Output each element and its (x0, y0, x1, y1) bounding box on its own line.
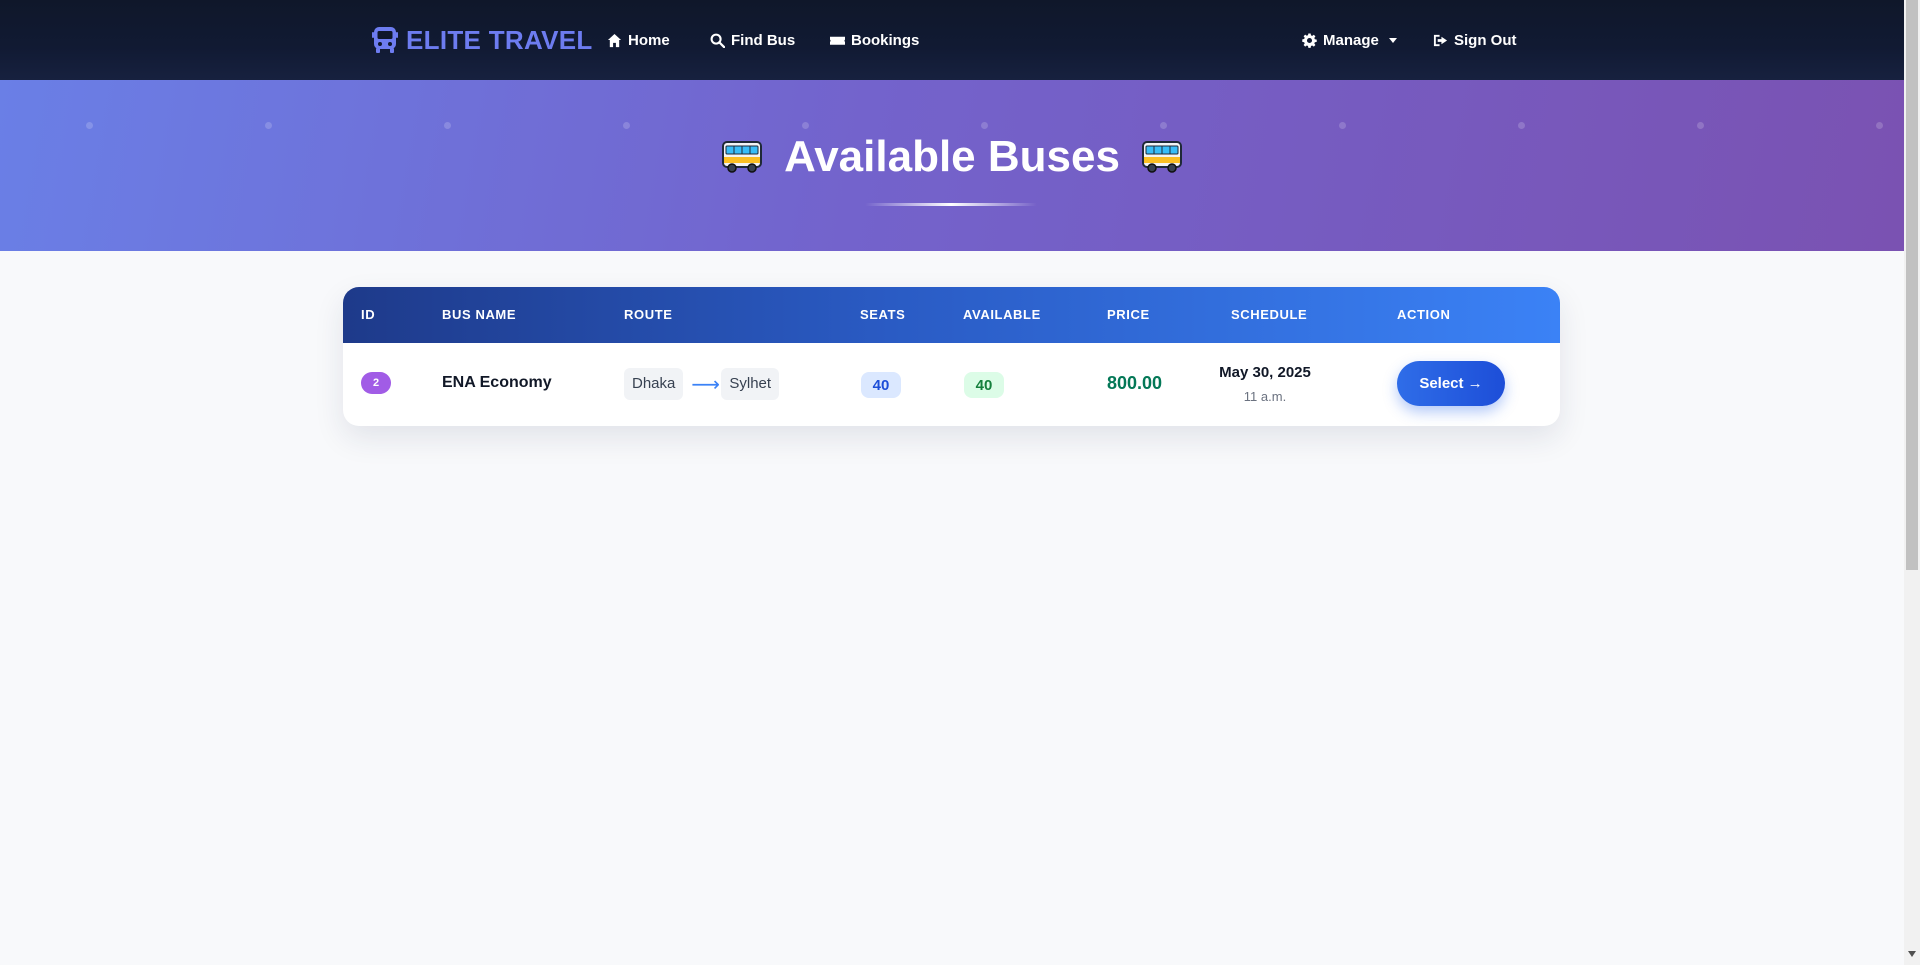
decorative-dot (623, 122, 630, 129)
page-title: Available Buses (0, 132, 1904, 182)
bus-emoji-icon (722, 141, 763, 173)
column-header-seats: SEATS (860, 307, 906, 322)
seats-badge: 40 (861, 372, 901, 398)
table-row: 2 ENA Economy Dhaka ⟶ Sylhet 40 40 800.0… (343, 343, 1560, 426)
nav-sign-out-link[interactable]: Sign Out (1433, 28, 1517, 52)
nav-home-link[interactable]: Home (607, 28, 670, 52)
ticket-icon (830, 36, 845, 45)
vertical-scrollbar[interactable] (1904, 0, 1920, 965)
available-badge: 40 (964, 372, 1004, 398)
column-header-id: ID (361, 307, 376, 322)
decorative-dot (981, 122, 988, 129)
decorative-dot (802, 122, 809, 129)
route: Dhaka ⟶ Sylhet (624, 368, 780, 400)
decorative-dot (86, 122, 93, 129)
bus-emoji-icon (1141, 141, 1182, 173)
nav-find-bus-link[interactable]: Find Bus (710, 28, 795, 52)
nav-bookings-link[interactable]: Bookings (830, 28, 919, 52)
nav-bookings-label: Bookings (851, 31, 920, 49)
decorative-dot (1876, 122, 1883, 129)
column-header-route: ROUTE (624, 307, 673, 322)
decorative-dot (1518, 122, 1525, 129)
brand-logo[interactable]: ELITE TRAVEL (372, 22, 593, 58)
schedule-date: May 30, 2025 (1219, 364, 1311, 381)
hero-banner: Available Buses (0, 80, 1904, 251)
nav-manage-label: Manage (1323, 31, 1379, 49)
nav-find-bus-label: Find Bus (731, 31, 796, 49)
column-header-schedule: SCHEDULE (1231, 307, 1308, 322)
column-header-available: AVAILABLE (963, 307, 1041, 322)
search-icon (710, 33, 725, 48)
navbar: ELITE TRAVEL Home Find Bus Bookings Mana… (0, 0, 1904, 80)
column-header-price: PRICE (1107, 307, 1150, 322)
nav-home-label: Home (628, 31, 670, 49)
route-from: Dhaka (624, 368, 684, 400)
decorative-dot (444, 122, 451, 129)
column-header-bus-name: BUS NAME (442, 307, 517, 322)
bus-id-badge: 2 (361, 372, 391, 394)
title-underline (865, 203, 1037, 206)
buses-table: ID BUS NAME ROUTE SEATS AVAILABLE PRICE … (343, 287, 1560, 426)
decorative-dot (1697, 122, 1704, 129)
decorative-dot (1339, 122, 1346, 129)
chevron-down-icon (1388, 37, 1397, 43)
gear-icon (1302, 32, 1317, 48)
schedule-time: 11 a.m. (1243, 389, 1287, 404)
page-title-text: Available Buses (784, 132, 1120, 181)
route-arrow-icon: ⟶ (691, 373, 721, 396)
table-header: ID BUS NAME ROUTE SEATS AVAILABLE PRICE … (343, 287, 1560, 343)
route-to: Sylhet (721, 368, 780, 400)
nav-manage-dropdown[interactable]: Manage (1302, 28, 1397, 52)
column-header-action: ACTION (1397, 307, 1451, 322)
home-icon (607, 33, 622, 47)
nav-sign-out-label: Sign Out (1454, 31, 1517, 49)
decorative-dot (1160, 122, 1167, 129)
price: 800.00 (1107, 373, 1163, 393)
sign-out-icon (1433, 34, 1448, 46)
scroll-down-arrow-icon[interactable] (1908, 951, 1916, 957)
bus-icon (372, 27, 398, 53)
brand-name: ELITE TRAVEL (406, 24, 593, 55)
decorative-dot (265, 122, 272, 129)
select-bus-button[interactable]: Select → (1397, 361, 1505, 406)
bus-name: ENA Economy (442, 374, 552, 391)
scrollbar-thumb[interactable] (1906, 0, 1918, 570)
